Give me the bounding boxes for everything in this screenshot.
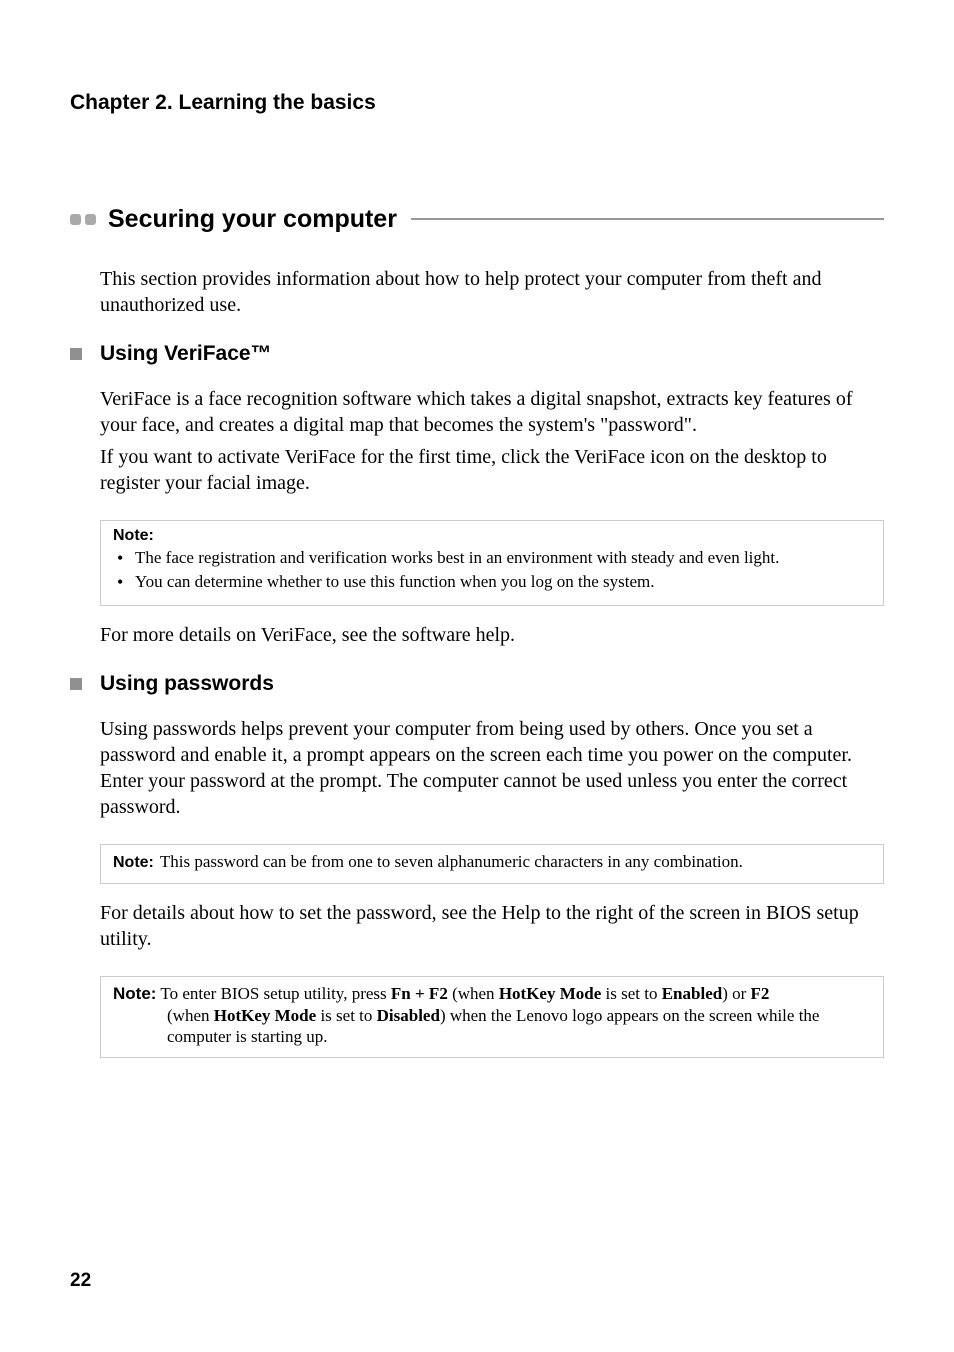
note-text: This password can be from one to seven a…: [160, 851, 743, 873]
section-bullet-icon: [70, 214, 96, 225]
subsection-veriface-row: Using VeriFace™: [70, 342, 884, 366]
subsection-veriface-title: Using VeriFace™: [100, 342, 272, 366]
veriface-note-box: Note: The face registration and verifica…: [100, 520, 884, 606]
note-list-item: You can determine whether to use this fu…: [113, 571, 871, 593]
veriface-paragraph-1: VeriFace is a face recognition software …: [100, 386, 884, 438]
passwords-paragraph-2: For details about how to set the passwor…: [100, 900, 884, 952]
note-label: Note:: [113, 527, 871, 545]
veriface-paragraph-3: For more details on VeriFace, see the so…: [100, 622, 884, 648]
section-title-row: Securing your computer: [70, 205, 884, 234]
note-list-item: The face registration and verification w…: [113, 547, 871, 569]
page-number: 22: [70, 1270, 91, 1292]
square-bullet-icon: [70, 348, 82, 360]
intro-paragraph: This section provides information about …: [100, 266, 884, 318]
subsection-passwords-title: Using passwords: [100, 672, 274, 696]
note-list: The face registration and verification w…: [113, 547, 871, 593]
note-complex-text: Note: To enter BIOS setup utility, press…: [113, 983, 871, 1047]
square-bullet-icon: [70, 678, 82, 690]
passwords-paragraph-1: Using passwords helps prevent your compu…: [100, 716, 884, 820]
passwords-note-2: Note: To enter BIOS setup utility, press…: [100, 976, 884, 1058]
note-label: Note:: [113, 854, 154, 872]
section-title: Securing your computer: [108, 205, 397, 234]
title-rule-line: [411, 218, 884, 220]
passwords-note-1: Note: This password can be from one to s…: [100, 844, 884, 884]
chapter-header: Chapter 2. Learning the basics: [70, 91, 884, 115]
subsection-passwords-row: Using passwords: [70, 672, 884, 696]
veriface-paragraph-2: If you want to activate VeriFace for the…: [100, 444, 884, 496]
